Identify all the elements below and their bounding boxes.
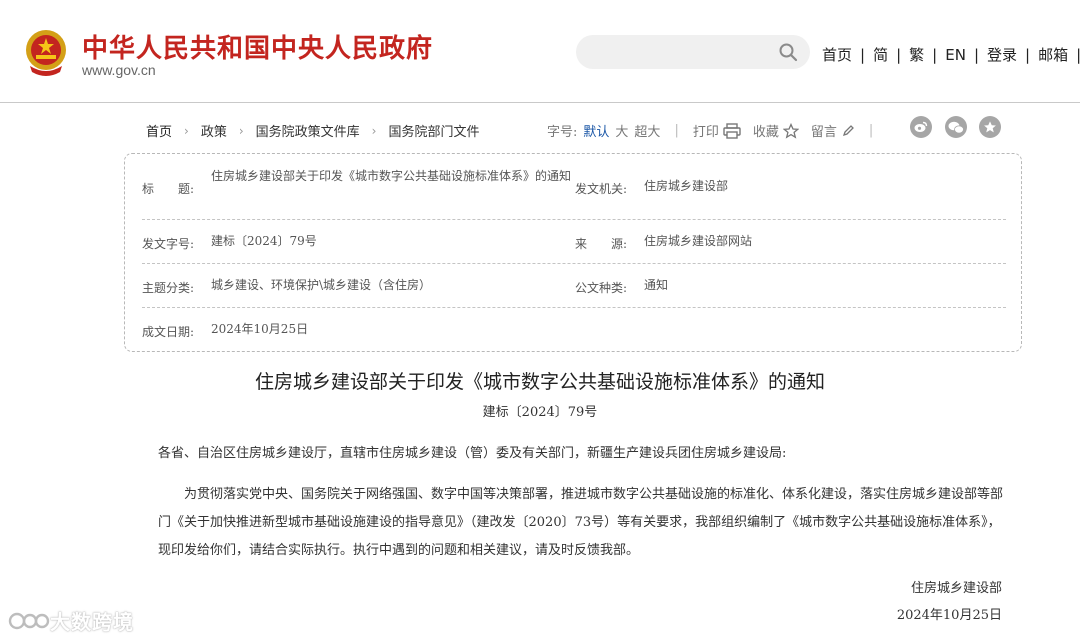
doc-type-label: 公文种类:: [575, 281, 628, 295]
info-row-docno: 发文字号: 建标〔2024〕79号 来 源: 住房城乡建设部网站: [142, 220, 1006, 264]
nav-simplified[interactable]: 简: [873, 44, 888, 65]
site-title[interactable]: 中华人民共和国中央人民政府: [82, 28, 433, 65]
star-icon[interactable]: [782, 122, 799, 139]
font-size-xlarge[interactable]: 超大: [634, 121, 660, 140]
site-header: 中华人民共和国中央人民政府 www.gov.cn 首页 | 简 | 繁 | EN…: [0, 0, 1080, 103]
issuer-value: 住房城乡建设部: [644, 179, 729, 193]
document-signature: 住房城乡建设部: [910, 581, 1002, 596]
nav-separator: |: [896, 45, 902, 64]
search-icon[interactable]: [778, 42, 798, 62]
site-domain: www.gov.cn: [82, 62, 156, 78]
nav-traditional[interactable]: 繁: [909, 44, 924, 65]
breadcrumb-policy-library[interactable]: 国务院政策文件库: [256, 121, 360, 140]
search-input[interactable]: [576, 35, 810, 69]
tools-divider: |: [868, 123, 874, 138]
breadcrumb-home[interactable]: 首页: [146, 121, 172, 140]
document-paragraph: 为贯彻落实党中央、国务院关于网络强国、数字中国等决策部署，推进城市数字公共基础设…: [158, 487, 1004, 558]
nav-separator: |: [1025, 45, 1031, 64]
font-size-label: 字号:: [547, 125, 578, 140]
chevron-right-icon: ›: [371, 123, 377, 138]
info-row-title: 标 题: 住房城乡建设部关于印发《城市数字公共基础设施标准体系》的通知 发文机关…: [142, 154, 1006, 220]
watermark-text: 大数跨境: [50, 610, 134, 634]
topic-label: 主题分类:: [142, 281, 195, 295]
font-size-default[interactable]: 默认: [583, 121, 609, 140]
pencil-icon[interactable]: [841, 124, 855, 138]
tools-divider: |: [674, 123, 679, 138]
chevron-right-icon: ›: [238, 123, 244, 138]
watermark-logo-icon: [8, 612, 50, 629]
nav-separator: |: [860, 45, 866, 64]
title-label: 标 题:: [142, 182, 195, 196]
issuer-label: 发文机关:: [575, 182, 628, 196]
chevron-right-icon: ›: [184, 123, 189, 138]
info-row-topic: 主题分类: 城乡建设、环境保护\城乡建设（含住房） 公文种类: 通知: [142, 264, 1006, 308]
info-row-date: 成文日期: 2024年10月25日: [142, 308, 1006, 351]
date-value: 2024年10月25日: [211, 322, 309, 336]
topic-value: 城乡建设、环境保护\城乡建设（含住房）: [211, 278, 432, 292]
printer-icon[interactable]: [723, 122, 741, 139]
breadcrumb-department-docs[interactable]: 国务院部门文件: [388, 121, 479, 140]
document-date: 2024年10月25日: [896, 608, 1002, 623]
watermark: 大数跨境: [8, 606, 134, 635]
font-size-large[interactable]: 大: [615, 121, 628, 140]
breadcrumb-policy[interactable]: 政策: [201, 121, 227, 140]
wechat-share-icon[interactable]: [945, 116, 967, 138]
page-tools: 字号: 默认 大 超大 | 打印 收藏 留言 |: [547, 121, 887, 140]
doc-no-label: 发文字号:: [142, 237, 195, 251]
document-number: 建标〔2024〕79号: [482, 405, 598, 420]
source-value: 住房城乡建设部网站: [644, 234, 753, 248]
title-value: 住房城乡建设部关于印发《城市数字公共基础设施标准体系》的通知: [211, 169, 572, 183]
source-label: 来 源:: [575, 237, 628, 251]
document-title: 住房城乡建设部关于印发《城市数字公共基础设施标准体系》的通知: [254, 371, 825, 393]
weibo-share-icon[interactable]: [910, 116, 932, 138]
nav-login[interactable]: 登录: [987, 44, 1017, 65]
nav-home[interactable]: 首页: [822, 44, 852, 65]
document-salutation: 各省、自治区住房城乡建设厅，直辖市住房城乡建设（管）委及有关部门，新疆生产建设兵…: [158, 446, 787, 461]
favorite-label[interactable]: 收藏: [753, 121, 779, 140]
comment-label[interactable]: 留言: [811, 121, 837, 140]
breadcrumb: 首页 › 政策 › 国务院政策文件库 › 国务院部门文件: [146, 121, 480, 141]
nav-separator: |: [932, 45, 938, 64]
nav-separator: |: [1076, 45, 1080, 64]
document-info-table: 标 题: 住房城乡建设部关于印发《城市数字公共基础设施标准体系》的通知 发文机关…: [124, 153, 1022, 352]
date-label: 成文日期:: [142, 325, 195, 339]
top-nav: 首页 | 简 | 繁 | EN | 登录 | 邮箱 |: [822, 44, 1080, 65]
doc-type-value: 通知: [644, 278, 669, 292]
doc-no-value: 建标〔2024〕79号: [211, 234, 317, 248]
favorite-share-icon[interactable]: [979, 116, 1001, 138]
national-emblem-icon[interactable]: [24, 28, 68, 78]
print-label[interactable]: 打印: [693, 121, 719, 140]
nav-separator: |: [973, 45, 979, 64]
nav-english[interactable]: EN: [945, 46, 966, 64]
nav-mailbox[interactable]: 邮箱: [1038, 44, 1068, 65]
